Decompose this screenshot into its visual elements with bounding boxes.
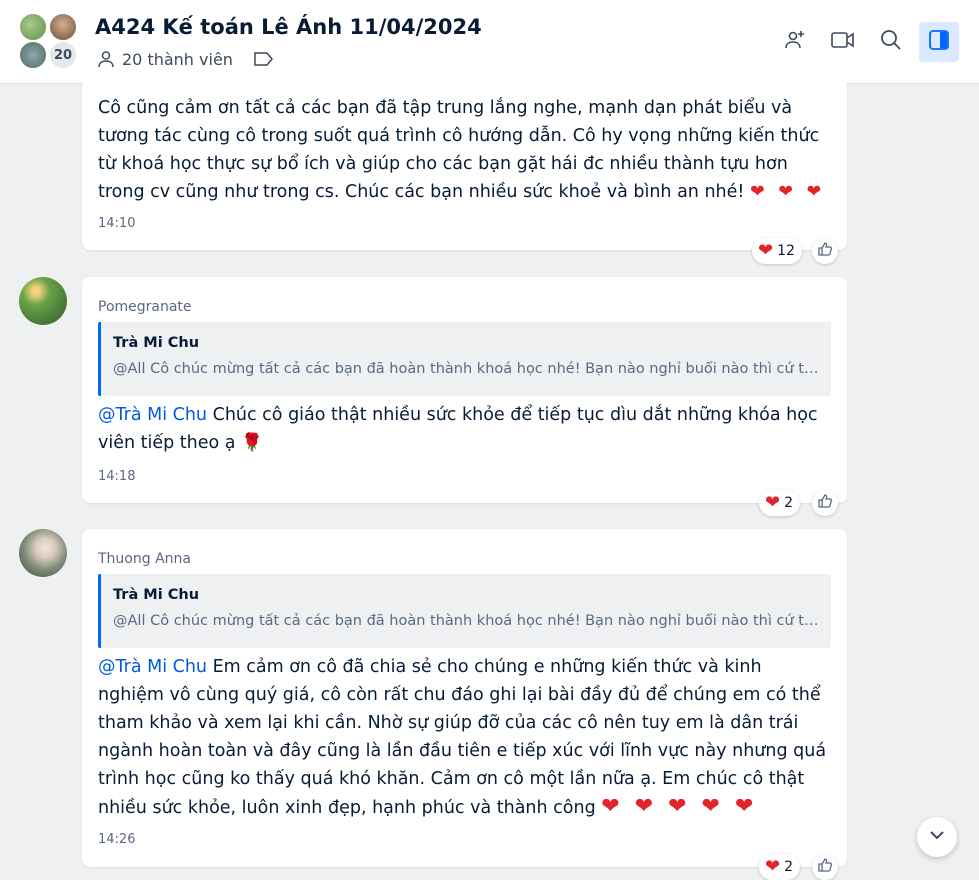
member-avatar [18,12,48,42]
sidebar-toggle-icon [927,28,951,56]
quote-author: Trà Mi Chu [113,587,200,603]
avatar[interactable] [19,529,67,577]
message-time: 14:10 [98,216,136,231]
message-text: Cô cũng cảm ơn tất cả các bạn đã tập tru… [98,98,826,202]
chat-header: 20 A424 Kế toán Lê Ánh 11/04/2024 20 thà… [0,0,979,84]
quote-text: @All Cô chúc mừng tất cả các bạn đã hoàn… [113,613,819,629]
chat-title[interactable]: A424 Kế toán Lê Ánh 11/04/2024 [95,15,482,39]
message-text: @Trà Mi Chu Em cảm ơn cô đã chia sẻ cho … [98,657,827,819]
like-button[interactable] [812,238,838,264]
message-bubble[interactable]: Pomegranate Trà Mi Chu @All Cô chúc mừng… [82,277,847,503]
message-bubble[interactable]: Cô cũng cảm ơn tất cả các bạn đã tập tru… [82,78,847,250]
reaction-badge[interactable]: ❤ 2 [759,854,801,880]
heart-icon: ❤ [765,492,781,513]
heart-icon: ❤ [758,240,774,261]
reaction-count: 2 [784,859,794,875]
member-avatar [48,12,78,42]
quoted-message[interactable]: Trà Mi Chu @All Cô chúc mừng tất cả các … [98,322,831,396]
message-time: 14:18 [98,469,136,484]
add-member-icon [783,28,807,56]
quoted-message[interactable]: Trà Mi Chu @All Cô chúc mừng tất cả các … [98,574,831,648]
members-icon [96,49,116,69]
reaction-badge[interactable]: ❤ 12 [752,238,802,264]
heart-emojis: ❤ ❤ ❤ [750,182,826,202]
thumbs-up-icon [817,493,833,513]
reaction-count: 12 [777,243,795,259]
member-count-badge: 20 [48,40,78,70]
members-count-link[interactable]: 20 thành viên [122,50,233,69]
mention-link[interactable]: @Trà Mi Chu [98,405,207,425]
thumbs-up-icon [817,241,833,261]
member-avatar [18,40,48,70]
mention-link[interactable]: @Trà Mi Chu [98,657,207,677]
chevron-down-icon [927,825,947,849]
reaction-count: 2 [784,495,794,511]
avatar[interactable] [19,277,67,325]
tag-icon[interactable] [253,50,275,68]
video-call-icon [830,28,856,56]
message-time: 14:26 [98,832,136,847]
heart-icon: ❤ [765,856,781,877]
reaction-badge[interactable]: ❤ 2 [759,490,801,516]
search-button[interactable] [871,22,911,62]
sender-name[interactable]: Thuong Anna [98,551,191,567]
sender-name[interactable]: Pomegranate [98,299,192,315]
sidebar-toggle-button[interactable] [919,22,959,62]
quote-author: Trà Mi Chu [113,335,200,351]
like-button[interactable] [812,854,838,880]
message-text: @Trà Mi Chu Chúc cô giáo thật nhiều sức … [98,405,818,453]
quote-text: @All Cô chúc mừng tất cả các bạn đã hoàn… [113,361,819,377]
add-member-button[interactable] [775,22,815,62]
scroll-to-bottom-button[interactable] [917,817,957,857]
video-call-button[interactable] [823,22,863,62]
message-bubble[interactable]: Thuong Anna Trà Mi Chu @All Cô chúc mừng… [82,529,847,867]
thumbs-up-icon [817,857,833,877]
heart-emojis: ❤ ❤ ❤ ❤ ❤ [601,794,758,819]
like-button[interactable] [812,490,838,516]
group-avatar[interactable]: 20 [18,12,80,72]
search-icon [879,28,903,56]
